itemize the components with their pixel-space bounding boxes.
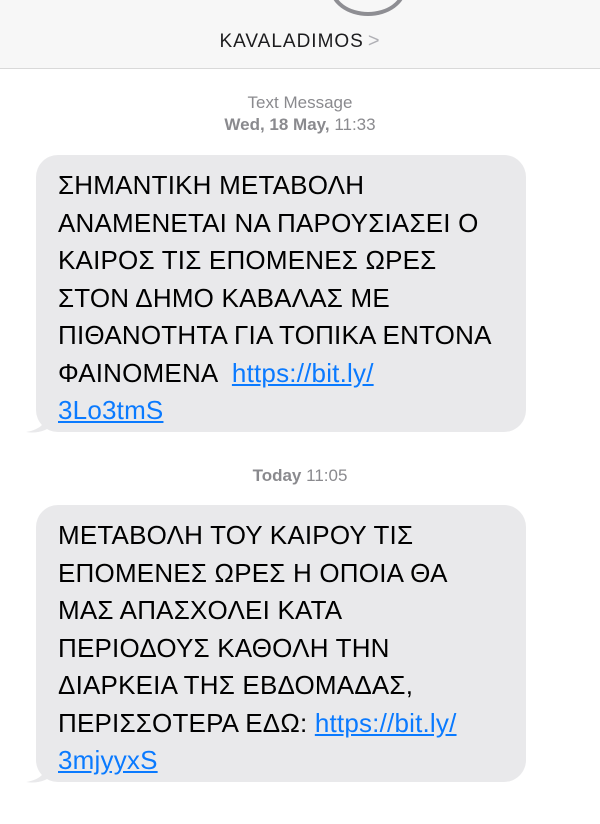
message-link[interactable]: https://bit.ly/	[315, 708, 457, 738]
message-link-continued[interactable]: 3mjyyxS	[58, 745, 158, 775]
message-line: ΠΙΘΑΝΟΤΗΤΑ ΓΙΑ ΤΟΠΙΚΑ ΕΝΤΟΝΑ	[58, 320, 492, 350]
timestamp-day: Wed, 18 May,	[224, 115, 330, 134]
timestamp-2: Today 11:05	[0, 465, 600, 487]
message-text: ΦΑΙΝΟΜΕΝΑ	[58, 357, 232, 388]
timestamp-1: Text Message Wed, 18 May, 11:33	[0, 92, 600, 136]
timestamp-time: 11:33	[334, 115, 376, 134]
contact-name: KAVALADIMOS	[219, 31, 364, 52]
contact-name-button[interactable]: KAVALADIMOS >	[0, 30, 600, 53]
message-line: ΠΕΡΙΣΣΟΤΕΡΑ ΕΔΩ: https://bit.ly/	[58, 705, 506, 743]
message-line: ΕΠΟΜΕΝΕΣ ΩΡΕΣ Η ΟΠΟΙΑ ΘΑ	[58, 557, 448, 588]
message-link-continued[interactable]: 3Lo3tmS	[58, 395, 163, 425]
bubble-tail-icon	[26, 410, 54, 433]
message-line: ΦΑΙΝΟΜΕΝΑ https://bit.ly/	[58, 355, 506, 393]
message-line: 3Lo3tmS	[58, 392, 506, 430]
message-line: ΜΑΣ ΑΠΑΣΧΟΛΕΙ ΚΑΤΑ	[58, 595, 343, 625]
timestamp-time: 11:05	[306, 466, 348, 485]
timestamp-date: Wed, 18 May, 11:33	[0, 114, 600, 136]
message-line: ΑΝΑΜΕΝΕΤΑΙ ΝΑ ΠΑΡΟΥΣΙΑΣΕΙ Ο	[58, 207, 479, 238]
message-line: ΜΕΤΑΒΟΛΗ ΤΟΥ ΚΑΙΡΟΥ ΤΙΣ	[58, 520, 414, 550]
chevron-right-icon: >	[367, 30, 381, 52]
contact-avatar[interactable]	[330, 0, 406, 16]
message-text: ΠΕΡΙΣΣΟΤΕΡΑ ΕΔΩ:	[58, 707, 315, 738]
message-line: 3mjyyxS	[58, 742, 506, 780]
message-link[interactable]: https://bit.ly/	[232, 358, 374, 388]
message-thread-screen: KAVALADIMOS > Text Message Wed, 18 May, 1…	[0, 0, 600, 824]
timestamp-service-label: Text Message	[247, 93, 353, 112]
conversation-header: KAVALADIMOS >	[0, 0, 600, 69]
timestamp-day: Today	[252, 466, 302, 485]
message-line: ΣΤΟΝ ΔΗΜΟ ΚΑΒΑΛΑΣ ΜΕ	[58, 282, 390, 313]
message-bubble-2[interactable]: ΜΕΤΑΒΟΛΗ ΤΟΥ ΚΑΙΡΟΥ ΤΙΣ ΕΠΟΜΕΝΕΣ ΩΡΕΣ Η …	[36, 505, 526, 782]
message-line: ΚΑΙΡΟΣ ΤΙΣ ΕΠΟΜΕΝΕΣ ΩΡΕΣ	[58, 245, 437, 275]
bubble-tail-icon	[26, 760, 54, 783]
message-line: ΣΗΜΑΝΤΙΚΗ ΜΕΤΑΒΟΛΗ	[58, 170, 365, 200]
message-line: ΠΕΡΙΟΔΟΥΣ ΚΑΘΟΛΗ ΤΗΝ	[58, 632, 390, 663]
message-line: ΔΙΑΡΚΕΙΑ ΤΗΣ ΕΒΔΟΜΑΔΑΣ,	[58, 670, 414, 700]
message-bubble-1[interactable]: ΣΗΜΑΝΤΙΚΗ ΜΕΤΑΒΟΛΗ ΑΝΑΜΕΝΕΤΑΙ ΝΑ ΠΑΡΟΥΣΙ…	[36, 155, 526, 432]
